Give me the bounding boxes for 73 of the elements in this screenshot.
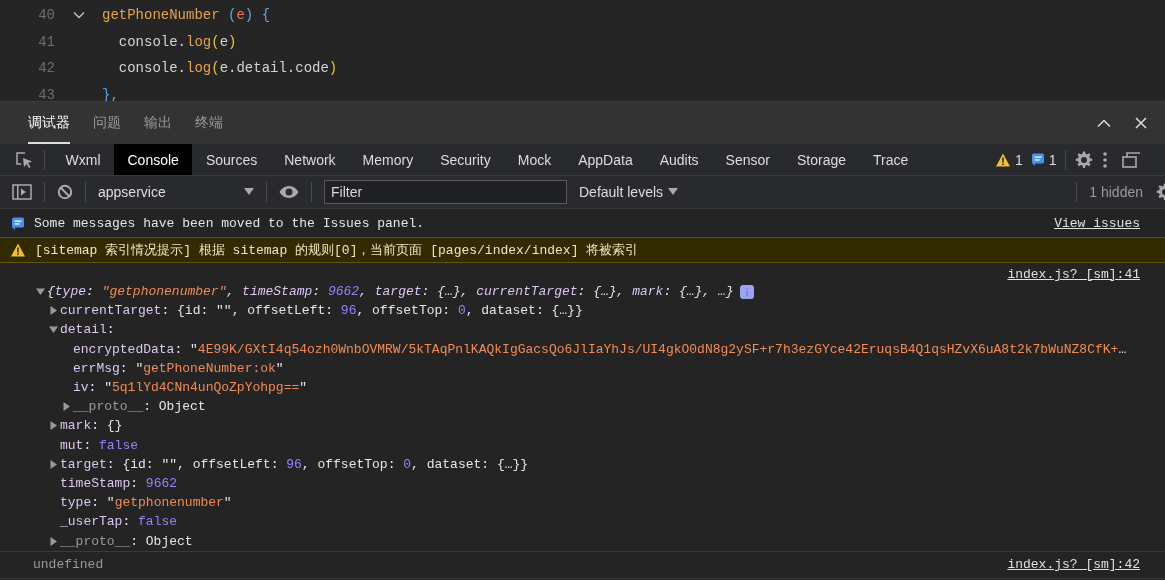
expand-triangle-icon[interactable] [49, 306, 58, 316]
devtools-tab[interactable]: Console [114, 144, 193, 175]
close-icon[interactable] [1134, 116, 1148, 130]
message-count-button[interactable]: 1 [1030, 151, 1057, 168]
expand-triangle-icon[interactable] [49, 421, 58, 431]
sidebar-toggle-icon[interactable] [12, 184, 32, 200]
settings-icon[interactable] [1073, 149, 1094, 170]
view-issues-link[interactable]: View issues [1054, 215, 1140, 231]
devtools-tab[interactable]: Sensor [712, 144, 784, 175]
collapse-triangle-icon[interactable] [49, 325, 58, 335]
message-icon [11, 215, 25, 231]
devtools-tab[interactable]: Mock [504, 144, 565, 175]
panel-tab[interactable]: 问题 [93, 102, 121, 144]
panel-tab[interactable]: 终端 [195, 102, 223, 144]
devtools-tab[interactable]: Audits [646, 144, 713, 175]
property-line: currentTarget: {id: "", offsetLeft: 96, offsetTop: 0, dataset: {…}} [60, 303, 583, 319]
property-line: iv: "5q1lYd4CNn4unQoZpYohpg==" [73, 380, 308, 396]
line-number: 42 [37, 60, 55, 77]
message-text: [sitemap 索引情况提示] 根据 sitemap 的规则[0]，当前页面 [pages/index/index] 将被索引 [35, 242, 639, 259]
property-line: errMsg: "getPhoneNumber:ok" [73, 360, 284, 376]
property-line: detail: [60, 322, 115, 338]
devtools-tab[interactable]: AppData [564, 144, 647, 175]
devtools-tab[interactable]: Sources [192, 144, 271, 175]
property-line: timeStamp: 9662 [60, 475, 178, 491]
devtools-tab[interactable]: Trace [859, 144, 922, 175]
caret-icon [668, 188, 679, 196]
code-line: console.log(e) [117, 33, 237, 50]
filter-field[interactable]: Filter [324, 180, 567, 204]
context-select[interactable]: appservice [98, 184, 254, 200]
object-summary: {type: "getphonenumber", timeStamp: 9662, target: {…}, currentTarget: {…}, mark: {…}, …} [47, 284, 734, 300]
code-line: console.log(e.detail.code) [117, 60, 338, 77]
line-number: 41 [37, 33, 55, 50]
expand-triangle-icon[interactable] [62, 402, 71, 412]
property-line: encryptedData: "4E99K/GXtI4q54ozh0WnbOVMRW/5kTAqPnlKAQkIgGacsQo6JlIaYhJs/UI4gkO0dN8g2ySF+r7h3ezGYce42EruqsB4Q1qsHZvX6uA8t2k7bWuNZ8CfK+… [73, 341, 1127, 357]
property-line: target: {id: "", offsetLeft: 96, offsetTop: 0, dataset: {…}} [60, 456, 529, 472]
code-line: getPhoneNumber (e) { [102, 7, 271, 24]
clear-console-icon[interactable] [57, 184, 73, 200]
eye-icon[interactable] [279, 185, 299, 199]
devtools-tab[interactable]: Memory [349, 144, 427, 175]
log-levels-dropdown[interactable]: Default levels [579, 184, 679, 200]
source-link[interactable]: index.js? [sm]:41 [1007, 267, 1140, 282]
warning-count-button[interactable]: 1 [995, 151, 1023, 168]
hidden-count: 1 hidden [1089, 184, 1143, 200]
property-line: mark: {} [60, 418, 123, 434]
devtools-tab[interactable]: Network [270, 144, 350, 175]
more-menu-icon[interactable] [1101, 150, 1108, 169]
warning-icon [995, 151, 1011, 168]
inspect-element-icon[interactable] [14, 149, 34, 170]
expand-triangle-icon[interactable] [49, 536, 58, 546]
log-value: undefined [33, 557, 104, 573]
dock-icon[interactable] [1121, 151, 1140, 168]
property-line: type: "getphonenumber" [60, 495, 232, 511]
caret-icon [244, 188, 254, 196]
devtools-tab[interactable]: Storage [783, 144, 860, 175]
message-icon [1030, 152, 1045, 167]
devtools-tab[interactable]: Security [426, 144, 505, 175]
info-badge-icon[interactable] [739, 284, 754, 299]
source-link[interactable]: index.js? [sm]:42 [1007, 557, 1140, 573]
property-line: mut: false [60, 437, 139, 453]
line-number: 40 [37, 7, 55, 24]
collapse-triangle-icon[interactable] [36, 287, 45, 297]
devtools-tab[interactable]: Wxml [52, 144, 114, 175]
panel-tab[interactable]: 输出 [144, 102, 172, 144]
property-line: _userTap: false [60, 514, 178, 530]
line-number: 43 [37, 87, 55, 101]
fold-chevron-icon[interactable] [72, 11, 85, 20]
expand-triangle-icon[interactable] [49, 459, 58, 469]
chevron-up-icon[interactable] [1096, 118, 1112, 128]
property-line: __proto__: Object [73, 399, 206, 415]
code-line: }, [102, 87, 119, 101]
property-line: __proto__: Object [60, 533, 193, 549]
message-text: Some messages have been moved to the Issues panel. [34, 215, 425, 231]
warning-icon [10, 242, 26, 258]
